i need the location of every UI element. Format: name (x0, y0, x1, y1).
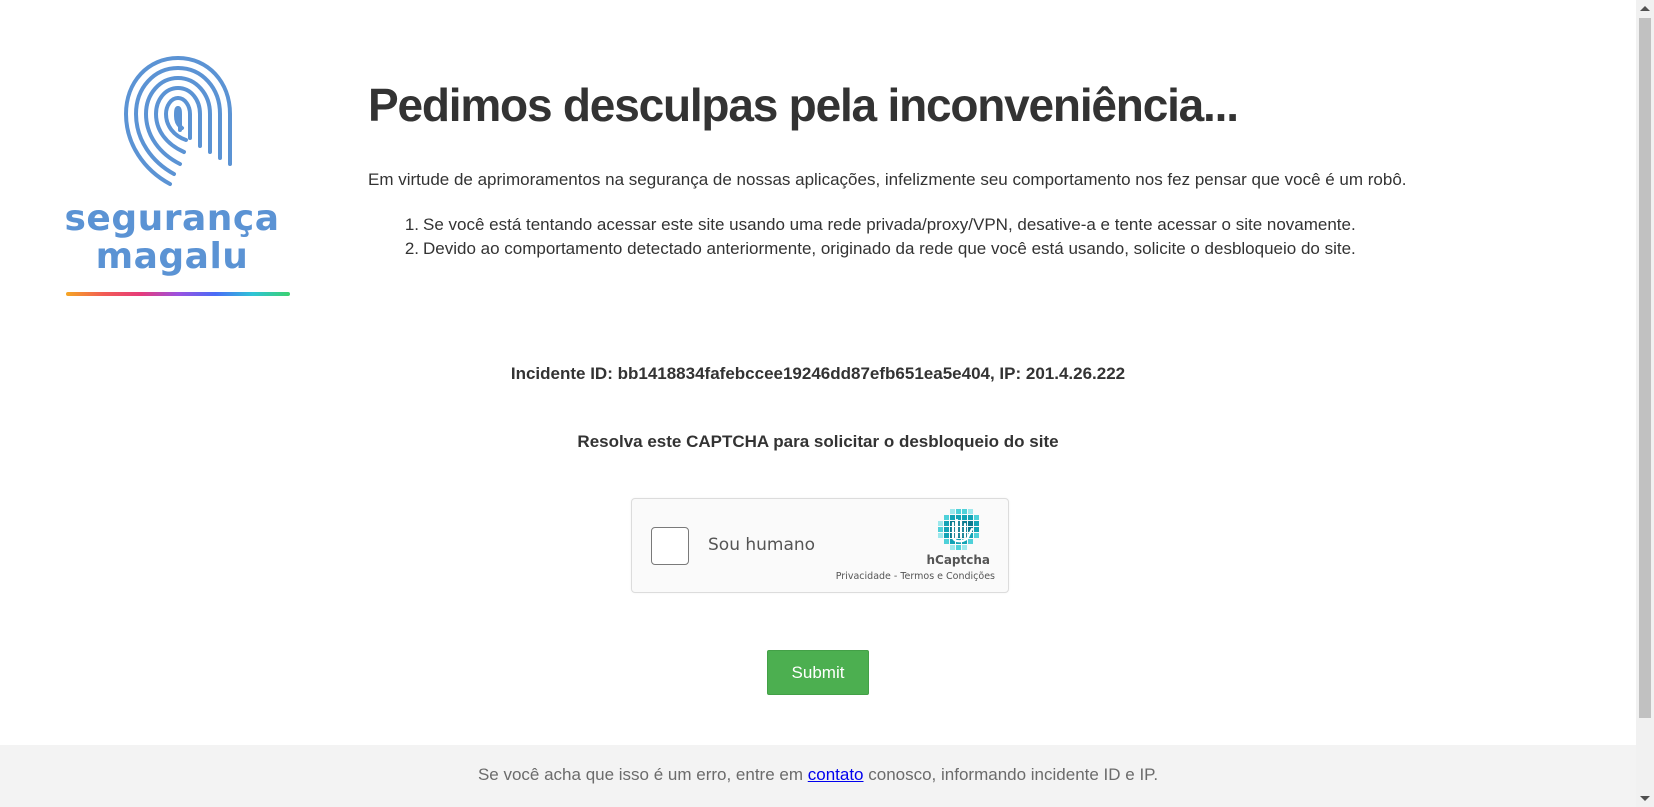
vertical-scrollbar[interactable] (1636, 0, 1654, 807)
page-title: Pedimos desculpas pela inconveniência... (368, 79, 1239, 131)
submit-button[interactable]: Submit (767, 650, 869, 695)
hcaptcha-widget: Sou humano hCaptcha Privacidade - Termos… (631, 498, 1009, 593)
step-number: 2. (404, 239, 419, 258)
intro-text: Em virtude de aprimoramentos na seguranç… (368, 170, 1407, 189)
page: segurança magalu Pedimos desculpas pela … (0, 0, 1654, 807)
logo-line-1: segurança (64, 198, 280, 239)
incident-info: Incidente ID: bb1418834fafebccee19246dd8… (510, 364, 1126, 383)
logo-rainbow-bar (66, 292, 290, 296)
step-number: 1. (404, 215, 419, 234)
steps-list: 1. Se você está tentando acessar este sit… (398, 213, 1356, 261)
scroll-up-arrow-icon[interactable] (1640, 6, 1650, 11)
footer-text: Se você acha que isso é um erro, entre e… (0, 745, 1636, 785)
terms-link[interactable]: Termos e Condições (900, 571, 995, 582)
step-text: Se você está tentando acessar este site … (423, 215, 1356, 234)
footer: Se você acha que isso é um erro, entre e… (0, 745, 1636, 807)
captcha-links: Privacidade - Termos e Condições (836, 571, 995, 582)
step-text: Devido ao comportamento detectado anteri… (423, 239, 1356, 258)
hcaptcha-brand: hCaptcha (926, 553, 990, 567)
hcaptcha-logo-icon (938, 509, 979, 550)
captcha-checkbox-label: Sou humano (708, 535, 816, 555)
logo-wordmark: segurança magalu (62, 200, 282, 276)
footer-text-after: conosco, informando incidente ID e IP. (863, 765, 1159, 784)
scrollbar-thumb[interactable] (1639, 18, 1651, 718)
seguranca-magalu-logo: segurança magalu (62, 52, 290, 302)
fingerprint-icon (123, 56, 232, 186)
list-item: 1. Se você está tentando acessar este sit… (398, 213, 1356, 237)
captcha-checkbox[interactable] (651, 527, 689, 565)
logo-line-2: magalu (95, 236, 249, 277)
privacy-link[interactable]: Privacidade (836, 571, 891, 582)
contact-link[interactable]: contato (808, 765, 864, 784)
list-item: 2. Devido ao comportamento detectado ante… (398, 237, 1356, 261)
footer-text-before: Se você acha que isso é um erro, entre e… (477, 765, 808, 784)
scroll-down-arrow-icon[interactable] (1640, 796, 1650, 801)
links-separator: - (890, 571, 901, 582)
captcha-prompt: Resolva este CAPTCHA para solicitar o de… (577, 432, 1059, 451)
